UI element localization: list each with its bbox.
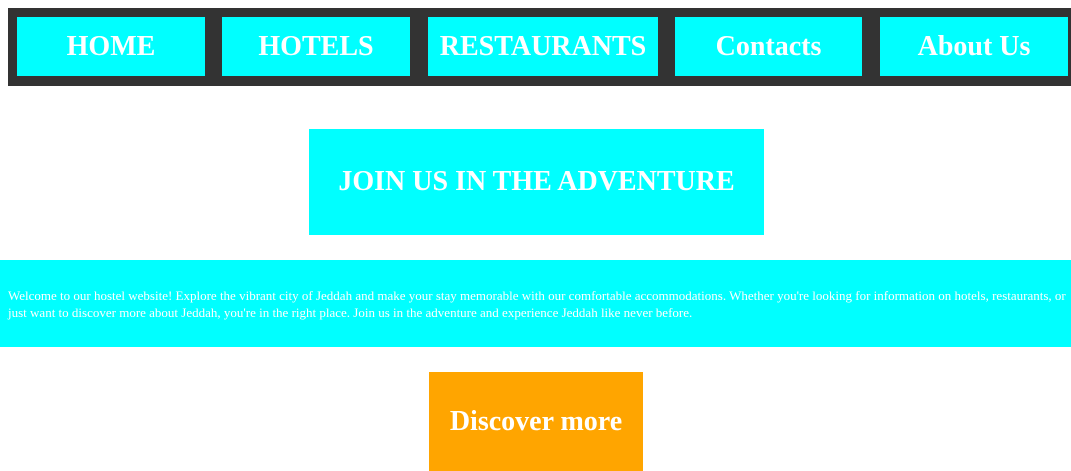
navbar: HOME HOTELS RESTAURANTS Contacts About U… — [8, 8, 1071, 86]
nav-item-contacts[interactable]: Contacts — [675, 17, 862, 76]
hero-title: JOIN US IN THE ADVENTURE — [309, 129, 764, 235]
nav-item-hotels[interactable]: HOTELS — [222, 17, 410, 76]
page: HOME HOTELS RESTAURANTS Contacts About U… — [0, 0, 1071, 471]
intro-text: Welcome to our hostel website! Explore t… — [0, 260, 1071, 347]
nav-item-home[interactable]: HOME — [17, 17, 205, 76]
nav-item-restaurants[interactable]: RESTAURANTS — [428, 17, 658, 76]
discover-more-button[interactable]: Discover more — [429, 372, 643, 471]
nav-item-about-us[interactable]: About Us — [880, 17, 1068, 76]
